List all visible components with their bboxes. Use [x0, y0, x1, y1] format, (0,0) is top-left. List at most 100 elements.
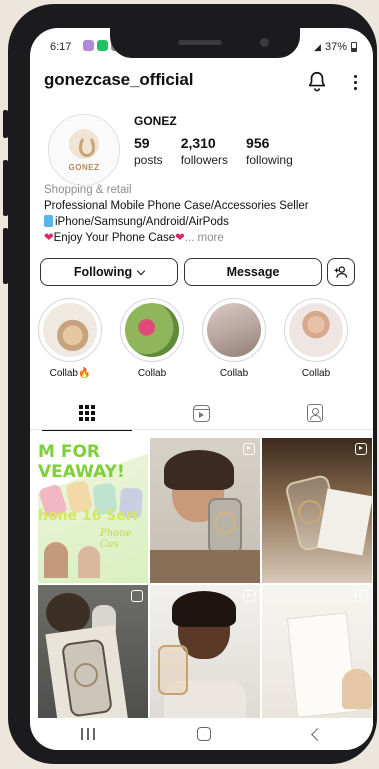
highlight-label: Collab🔥	[49, 368, 91, 379]
phone-emoji-icon	[44, 215, 53, 227]
phone-screen: 6:17 ◢ 37% gonezcase_official GONEZ GONE…	[30, 28, 373, 750]
stat-label: posts	[134, 153, 163, 167]
bio-category: Shopping & retail	[44, 184, 132, 196]
person-image	[44, 542, 68, 578]
post-overlay-text: hone 16 Seri	[38, 508, 138, 524]
home-icon[interactable]	[197, 727, 211, 741]
tab-reels[interactable]	[144, 396, 258, 430]
tab-tagged[interactable]	[258, 396, 372, 430]
battery-icon	[351, 42, 357, 52]
post-tile[interactable]	[262, 585, 372, 730]
stat-label: following	[246, 153, 293, 167]
brand-logo-icon	[69, 128, 99, 159]
chevron-down-icon	[136, 266, 146, 275]
bio-line-3: ❤Enjoy Your Phone Case❤... more	[44, 230, 364, 246]
speaker	[178, 40, 222, 45]
post-tile[interactable]	[262, 438, 372, 583]
post-tile[interactable]	[150, 438, 260, 583]
post-tile[interactable]	[38, 585, 148, 730]
reels-icon	[192, 404, 210, 422]
post-grid: M FOR VEAWAY! hone 16 Seri Phone Cas	[38, 438, 373, 733]
phone-frame: 6:17 ◢ 37% gonezcase_official GONEZ GONE…	[8, 4, 377, 764]
more-options-icon[interactable]	[348, 72, 362, 92]
highlight-image	[125, 303, 179, 357]
bio-line-2: iPhone/Samsung/Android/AirPods	[44, 214, 364, 230]
bio-more-link[interactable]: ... more	[185, 232, 224, 244]
profile-tabs	[30, 396, 373, 431]
post-tile[interactable]: M FOR VEAWAY! hone 16 Seri Phone Cas	[38, 438, 148, 583]
carousel-badge-icon	[131, 590, 143, 602]
reel-badge-icon	[243, 590, 255, 602]
highlight-ring	[284, 298, 348, 362]
person-hair-image	[164, 450, 234, 490]
profile-stats: 59 posts 2,310 followers 956 following	[134, 134, 293, 168]
stat-label: followers	[180, 153, 229, 167]
front-camera	[260, 38, 269, 47]
highlight-item[interactable]: Collab🔥	[38, 298, 102, 380]
highlight-ring	[202, 298, 266, 362]
back-icon[interactable]	[311, 727, 324, 741]
recents-icon[interactable]	[81, 728, 95, 740]
android-nav-bar	[30, 718, 373, 750]
highlight-image	[289, 303, 343, 357]
tagged-icon	[307, 404, 323, 422]
stat-followers[interactable]: 2,310 followers	[181, 134, 228, 168]
highlight-item[interactable]: Collab	[202, 298, 266, 380]
phone-notch	[110, 28, 300, 58]
highlight-ring	[120, 298, 184, 362]
bio-line-text: iPhone/Samsung/Android/AirPods	[55, 216, 229, 228]
stat-value: 956	[246, 135, 270, 151]
person-image	[78, 546, 100, 578]
highlight-label: Collab	[301, 368, 331, 379]
add-user-icon	[334, 266, 348, 278]
person-hair-image	[172, 591, 236, 627]
product-box-image	[317, 488, 372, 556]
message-button-label: Message	[226, 265, 280, 279]
post-overlay-text: M FOR	[38, 442, 100, 462]
story-highlights: Collab🔥 Collab Collab Collab	[38, 298, 373, 380]
highlight-image	[43, 303, 97, 357]
bell-icon[interactable]	[306, 70, 328, 92]
highlight-image	[207, 303, 261, 357]
highlight-label: Collab	[219, 368, 249, 379]
phone-case-image	[158, 645, 188, 695]
following-button-label: Following	[73, 265, 133, 279]
bio: Shopping & retail Professional Mobile Ph…	[44, 182, 364, 246]
post-tile[interactable]	[150, 585, 260, 730]
status-right: ◢ 37%	[314, 41, 357, 53]
stat-posts[interactable]: 59 posts	[134, 134, 163, 168]
profile-header: gonezcase_official	[44, 70, 362, 94]
avatar-brand-text: GONEZ	[68, 162, 100, 172]
message-button[interactable]: Message	[184, 258, 322, 286]
stat-value: 59	[134, 135, 150, 151]
suggest-users-button[interactable]	[327, 258, 355, 286]
bio-line-text: Enjoy Your Phone Case	[53, 232, 176, 244]
profile-actions: Following Message	[40, 258, 364, 288]
following-button[interactable]: Following	[40, 258, 178, 286]
status-time: 6:17	[50, 41, 72, 53]
heart-emoji-icon: ❤	[175, 232, 185, 244]
battery-level: 37%	[324, 41, 347, 53]
profile-name: GONEZ	[134, 114, 177, 128]
reel-badge-icon	[355, 590, 367, 602]
highlight-item[interactable]: Collab	[284, 298, 348, 380]
stat-value: 2,310	[180, 135, 216, 151]
signal-icon: ◢	[314, 41, 321, 52]
highlight-label: Collab	[137, 368, 167, 379]
app-notification-icon	[97, 40, 108, 51]
reel-badge-icon	[355, 443, 367, 455]
tab-posts-grid[interactable]	[30, 396, 144, 431]
bio-line: Professional Mobile Phone Case/Accessori…	[44, 200, 309, 212]
reel-badge-icon	[243, 443, 255, 455]
username: gonezcase_official	[44, 70, 194, 89]
person-body-image	[150, 550, 260, 583]
heart-emoji-icon: ❤	[44, 232, 54, 244]
highlight-ring	[38, 298, 102, 362]
post-overlay-text: VEAWAY!	[38, 462, 125, 482]
decor-image	[46, 593, 90, 633]
post-overlay-text: Phone Cas	[100, 528, 132, 550]
app-notification-icon	[83, 40, 94, 51]
avatar[interactable]: GONEZ	[48, 114, 120, 186]
stat-following[interactable]: 956 following	[246, 134, 293, 168]
highlight-item[interactable]: Collab	[120, 298, 184, 380]
